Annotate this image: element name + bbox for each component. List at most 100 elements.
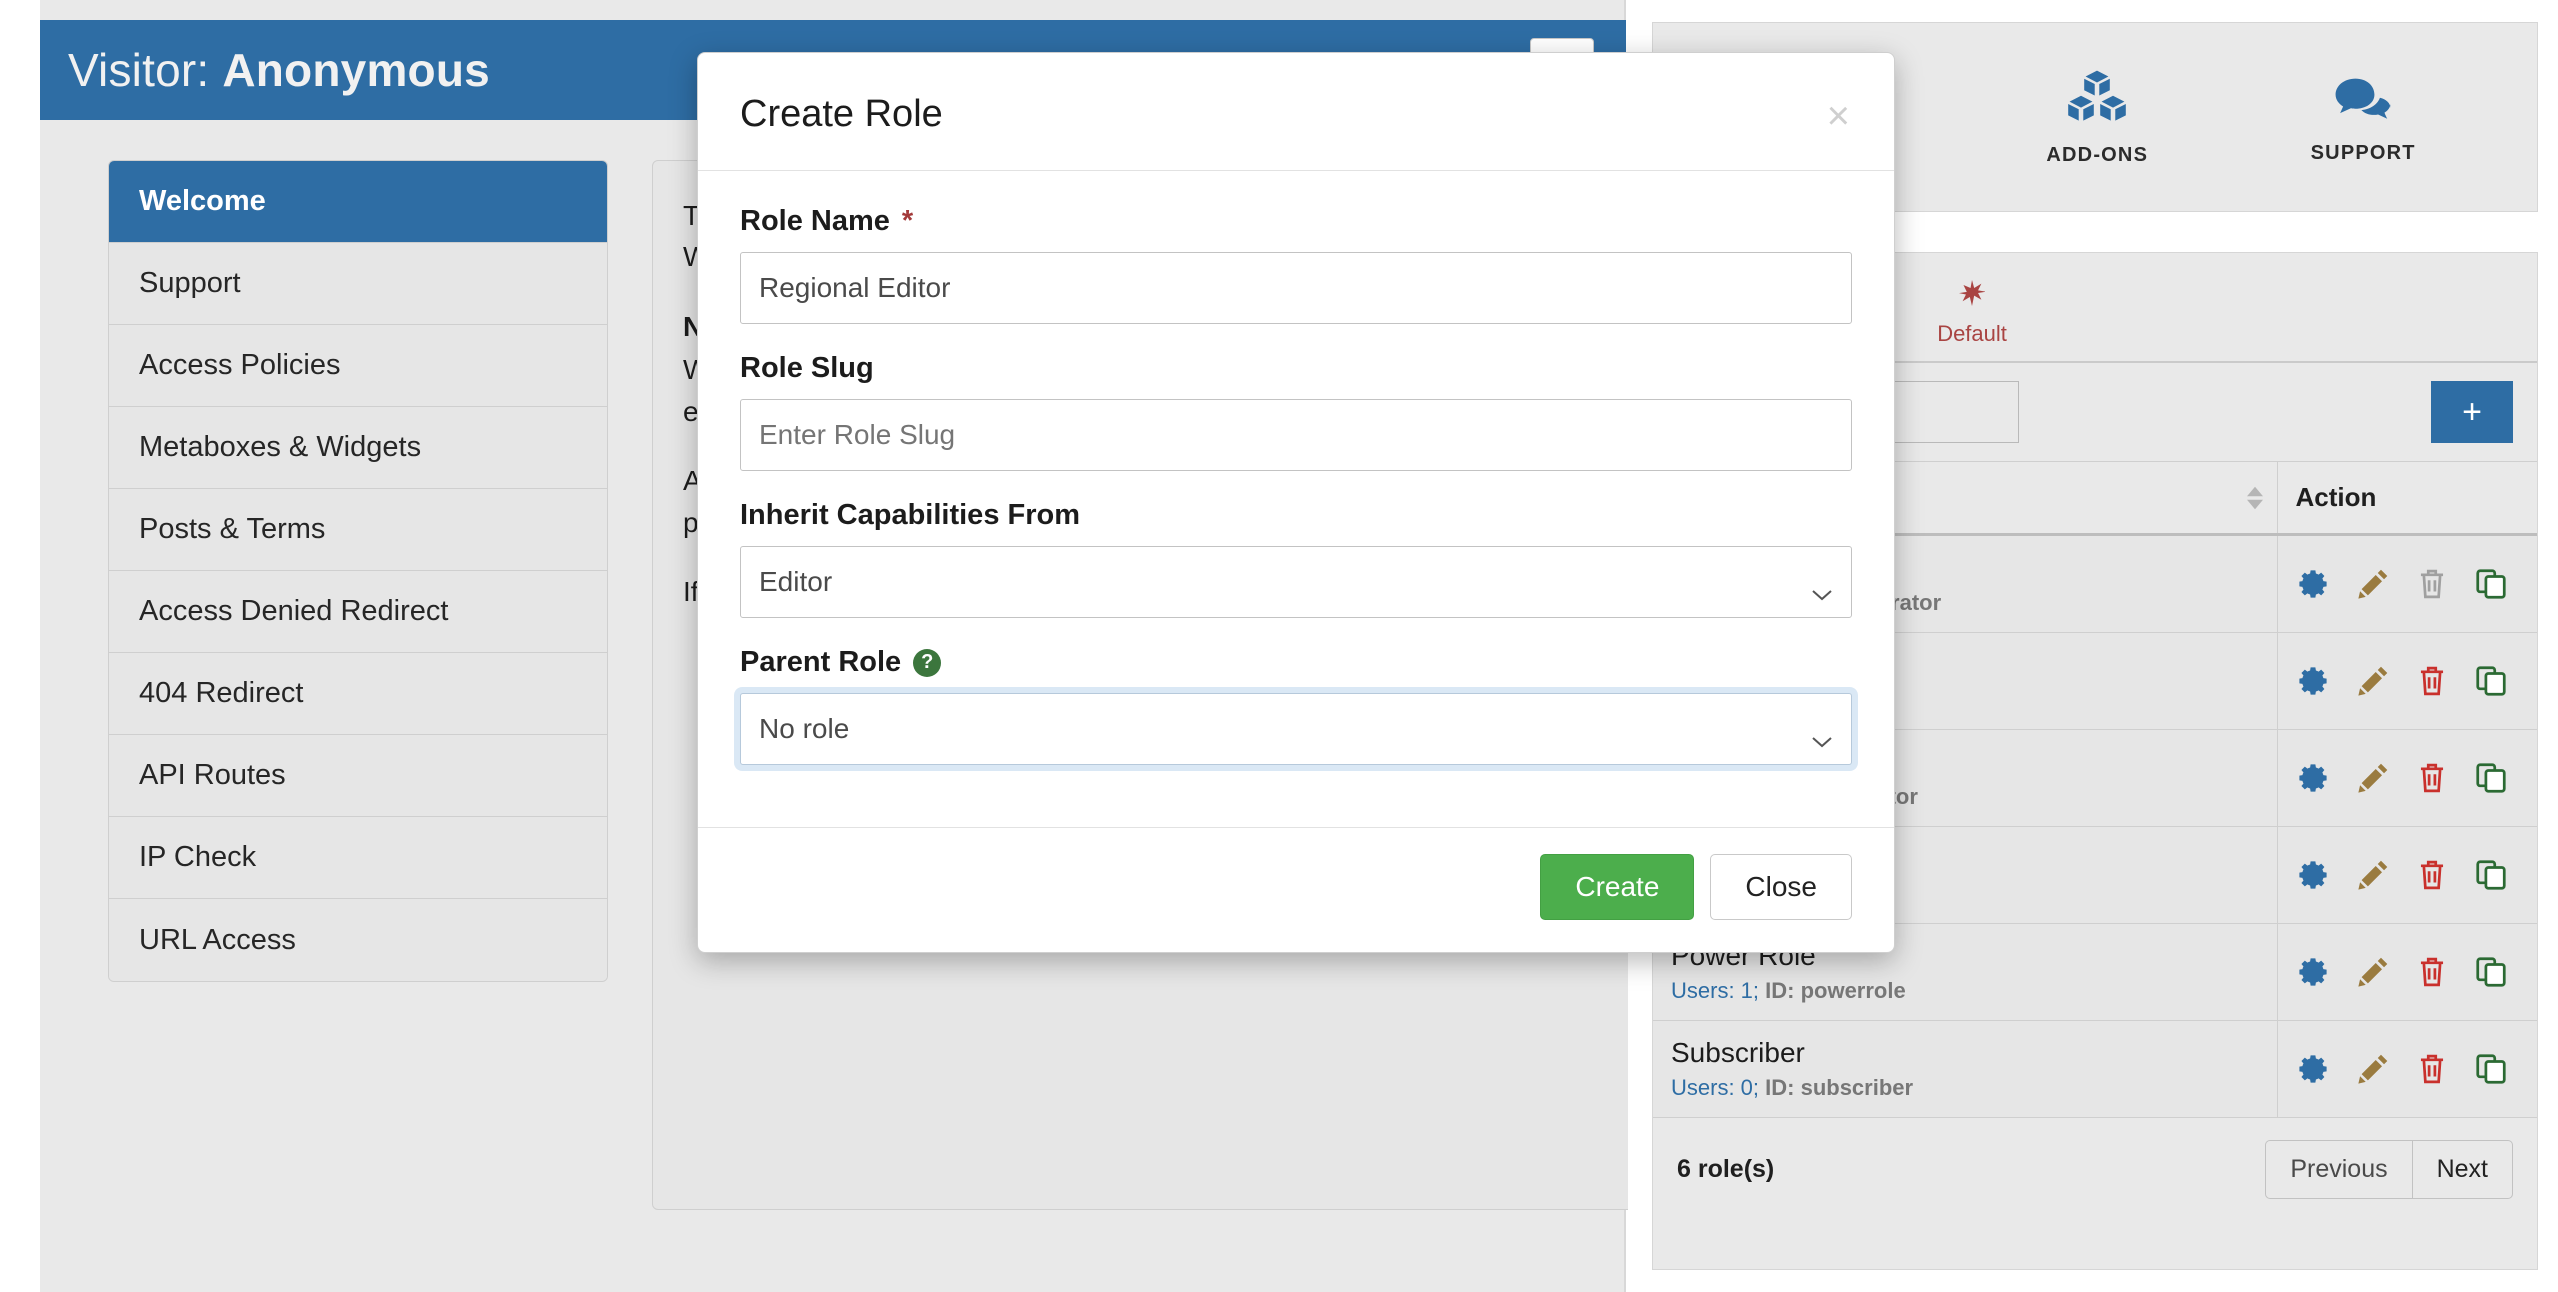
action-cell	[2277, 729, 2537, 827]
sidebar-item-access-policies[interactable]: Access Policies	[109, 325, 607, 407]
modal-body: Role Name * Role Slug Inherit Capabiliti…	[698, 171, 1894, 827]
sidebar-item-label: Access Denied Redirect	[139, 595, 449, 627]
parent-role-label: Parent Role ?	[740, 646, 1852, 679]
copy-icon[interactable]	[2474, 567, 2508, 601]
sidebar-item-url-access[interactable]: URL Access	[109, 899, 607, 981]
sidebar-item-access-denied-redirect[interactable]: Access Denied Redirect	[109, 571, 607, 653]
inherit-capabilities-value: Editor	[759, 566, 833, 597]
sidebar-item-label: IP Check	[139, 841, 257, 873]
gear-icon[interactable]	[2296, 955, 2330, 989]
modal-header: Create Role ×	[698, 53, 1894, 171]
topbar-item-label: SUPPORT	[2310, 141, 2416, 164]
gear-icon[interactable]	[2296, 1052, 2330, 1086]
create-button[interactable]: Create	[1540, 854, 1695, 920]
sidebar-item-welcome[interactable]: Welcome	[109, 161, 607, 243]
sidebar-item-posts-terms[interactable]: Posts & Terms	[109, 489, 607, 571]
screen-root: Visitor: Anonymous Welcome Support Acces…	[0, 0, 2558, 1292]
pagination: Previous Next	[2265, 1140, 2513, 1199]
sidebar-item-label: Welcome	[139, 185, 266, 217]
add-role-button[interactable]: +	[2431, 381, 2513, 443]
row-actions	[2296, 567, 2520, 601]
chevron-down-icon	[1811, 723, 1833, 748]
trash-icon[interactable]	[2416, 1052, 2448, 1086]
gear-icon[interactable]	[2296, 761, 2330, 795]
trash-icon[interactable]	[2416, 761, 2448, 795]
sidebar-item-metaboxes-widgets[interactable]: Metaboxes & Widgets	[109, 407, 607, 489]
sort-arrows-icon	[2246, 486, 2263, 509]
pencil-icon[interactable]	[2356, 761, 2390, 795]
role-name: Subscriber	[1671, 1037, 1805, 1068]
action-cell	[2277, 534, 2537, 633]
topbar-item-addons[interactable]: ADD-ONS	[2046, 68, 2148, 167]
roles-table-footer: 6 role(s) Previous Next	[1653, 1118, 2537, 1221]
role-slug-label: Role Slug	[740, 352, 1852, 385]
sidebar-nav: Welcome Support Access Policies Metaboxe…	[108, 160, 608, 982]
copy-icon[interactable]	[2474, 664, 2508, 698]
role-cell: Subscriber Users: 0; ID: subscriber	[1653, 1020, 2278, 1118]
page-title-prefix: Visitor:	[68, 44, 210, 96]
action-cell	[2277, 632, 2537, 730]
modal-footer: Create Close	[698, 827, 1894, 952]
topbar-item-support[interactable]: SUPPORT	[2311, 70, 2416, 165]
parent-role-label-text: Parent Role	[740, 646, 902, 678]
trash-icon[interactable]	[2416, 664, 2448, 698]
sidebar-item-label: API Routes	[139, 759, 286, 791]
tab-label: Default	[1937, 321, 2007, 346]
inherit-capabilities-label-text: Inherit Capabilities From	[740, 499, 1080, 531]
trash-icon	[2416, 567, 2448, 601]
sidebar-item-404-redirect[interactable]: 404 Redirect	[109, 653, 607, 735]
trash-icon[interactable]	[2416, 955, 2448, 989]
row-actions	[2296, 1052, 2520, 1086]
close-button[interactable]: Close	[1710, 854, 1852, 920]
copy-icon[interactable]	[2474, 858, 2508, 892]
row-actions	[2296, 761, 2520, 795]
trash-icon[interactable]	[2416, 858, 2448, 892]
column-header-action-label: Action	[2295, 482, 2377, 512]
action-cell	[2277, 1020, 2537, 1118]
copy-icon[interactable]	[2474, 761, 2508, 795]
sidebar-item-ip-check[interactable]: IP Check	[109, 817, 607, 899]
sidebar-item-label: 404 Redirect	[139, 677, 304, 709]
copy-icon[interactable]	[2474, 955, 2508, 989]
role-name-input[interactable]	[740, 252, 1852, 324]
sidebar-item-label: URL Access	[139, 923, 296, 956]
create-role-modal: Create Role × Role Name * Role Slug Inhe…	[697, 52, 1895, 953]
chevron-down-icon	[1811, 576, 1833, 601]
gear-icon[interactable]	[2296, 664, 2330, 698]
next-page-button[interactable]: Next	[2411, 1140, 2513, 1199]
sidebar-item-label: Posts & Terms	[139, 513, 326, 545]
row-actions	[2296, 858, 2520, 892]
page-title-name: Anonymous	[222, 44, 490, 96]
pencil-icon[interactable]	[2356, 567, 2390, 601]
inherit-capabilities-select[interactable]: Editor	[740, 546, 1852, 618]
gear-icon[interactable]	[2296, 567, 2330, 601]
table-row: Subscriber Users: 0; ID: subscriber	[1653, 1020, 2537, 1118]
pencil-icon[interactable]	[2356, 1052, 2390, 1086]
role-meta: Users: 0; ID: subscriber	[1671, 1075, 1914, 1100]
action-cell	[2277, 826, 2537, 924]
pencil-icon[interactable]	[2356, 955, 2390, 989]
page-title: Visitor: Anonymous	[68, 43, 490, 97]
modal-title: Create Role	[740, 93, 943, 135]
sidebar-item-support[interactable]: Support	[109, 243, 607, 325]
required-asterisk: *	[901, 205, 914, 237]
previous-page-button[interactable]: Previous	[2265, 1140, 2412, 1199]
pencil-icon[interactable]	[2356, 858, 2390, 892]
role-slug-input[interactable]	[740, 399, 1852, 471]
sidebar-item-label: Support	[139, 267, 241, 299]
role-count-label: 6 role(s)	[1677, 1155, 1775, 1183]
sidebar-item-label: Access Policies	[139, 349, 341, 381]
sidebar-item-api-routes[interactable]: API Routes	[109, 735, 607, 817]
gear-icon[interactable]	[2296, 858, 2330, 892]
help-icon[interactable]: ?	[913, 648, 942, 677]
pencil-icon[interactable]	[2356, 664, 2390, 698]
close-icon[interactable]: ×	[1821, 95, 1856, 137]
tab-default[interactable]: Default	[1937, 279, 2007, 347]
copy-icon[interactable]	[2474, 1052, 2508, 1086]
asterisk-icon	[1959, 279, 1986, 313]
action-cell	[2277, 923, 2537, 1021]
cubes-icon	[2065, 68, 2129, 128]
role-slug-label-text: Role Slug	[740, 352, 874, 384]
row-actions	[2296, 664, 2520, 698]
parent-role-select[interactable]: No role	[740, 693, 1852, 765]
